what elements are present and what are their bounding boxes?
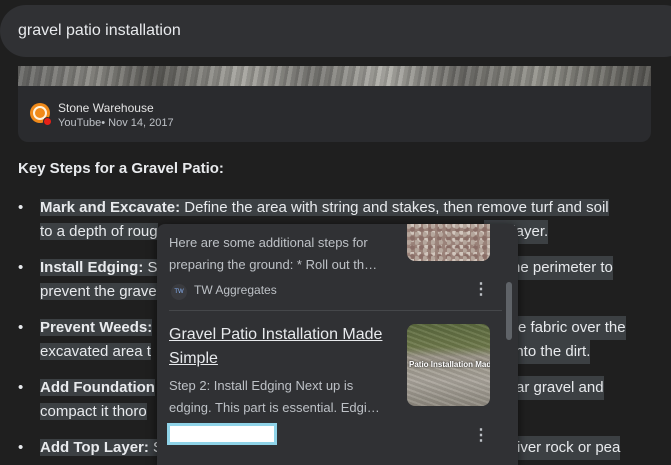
step-text: Define the area with string and stakes, … — [180, 199, 609, 216]
divider — [169, 310, 502, 311]
step-text: prevent the grave — [40, 283, 157, 300]
step-text: compact it thoro — [40, 403, 147, 420]
bullet-icon: • — [18, 379, 24, 396]
step-text: to a depth of roug — [40, 223, 158, 240]
step-text: excavated area t — [40, 343, 151, 360]
title-line: Gravel Patio Installation Made — [169, 326, 383, 343]
thumbnail-caption: Patio Installation Made — [409, 360, 490, 369]
snippet-line: Here are some additional steps for — [169, 235, 368, 250]
step-label: Add Foundation — [40, 379, 155, 396]
step-label: Mark and Excavate: — [40, 199, 181, 216]
video-thumbnail[interactable] — [18, 66, 651, 86]
related-results-popup[interactable]: Here are some additional steps for prepa… — [157, 224, 518, 465]
redacted-source — [167, 423, 277, 445]
bullet-icon: • — [18, 199, 24, 216]
result-thumbnail[interactable]: Patio Installation Made — [407, 324, 490, 406]
step-text: he perimeter to — [512, 256, 613, 280]
result-thumbnail[interactable] — [407, 224, 490, 261]
bullet-icon: • — [18, 439, 24, 456]
step-label: Prevent Weeds: — [40, 319, 153, 336]
snippet-line: preparing the ground: * Roll out th… — [169, 257, 378, 272]
title-line: Simple — [169, 350, 218, 367]
snippet-line: Step 2: Install Edging Next up is — [169, 378, 354, 393]
result-snippet[interactable]: Here are some additional steps for prepa… — [169, 232, 397, 276]
video-meta: YouTube• Nov 14, 2017 — [58, 117, 174, 129]
step-label: Install Edging: — [40, 259, 144, 276]
snippet-line: edging. This part is essential. Edgi… — [169, 400, 380, 415]
more-options-icon[interactable]: ⋮ — [473, 427, 489, 445]
step-text: river rock or pea — [512, 436, 621, 460]
scrollbar[interactable] — [506, 282, 512, 340]
result-snippet[interactable]: Step 2: Install Edging Next up is edging… — [169, 375, 403, 419]
bullet-icon: • — [18, 259, 24, 276]
search-bar[interactable] — [0, 5, 671, 57]
video-result-card[interactable]: Stone Warehouse YouTube• Nov 14, 2017 — [18, 66, 651, 142]
channel-name: Stone Warehouse — [58, 101, 154, 115]
step-text: into the dirt. — [512, 340, 591, 364]
search-input[interactable] — [18, 5, 658, 57]
result-title-link[interactable]: Gravel Patio Installation Made Simple — [169, 323, 399, 371]
source-logo-icon: TW — [171, 284, 187, 300]
section-heading: Key Steps for a Gravel Patio: — [18, 160, 224, 177]
step-text: S — [143, 259, 158, 276]
source-name[interactable]: TW Aggregates — [194, 283, 277, 297]
step-label: Add Top Layer: — [40, 439, 149, 456]
bullet-icon: • — [18, 319, 24, 336]
youtube-badge-icon — [43, 117, 52, 126]
step-text: e fabric over the — [518, 316, 626, 340]
more-options-icon[interactable]: ⋮ — [473, 281, 489, 299]
